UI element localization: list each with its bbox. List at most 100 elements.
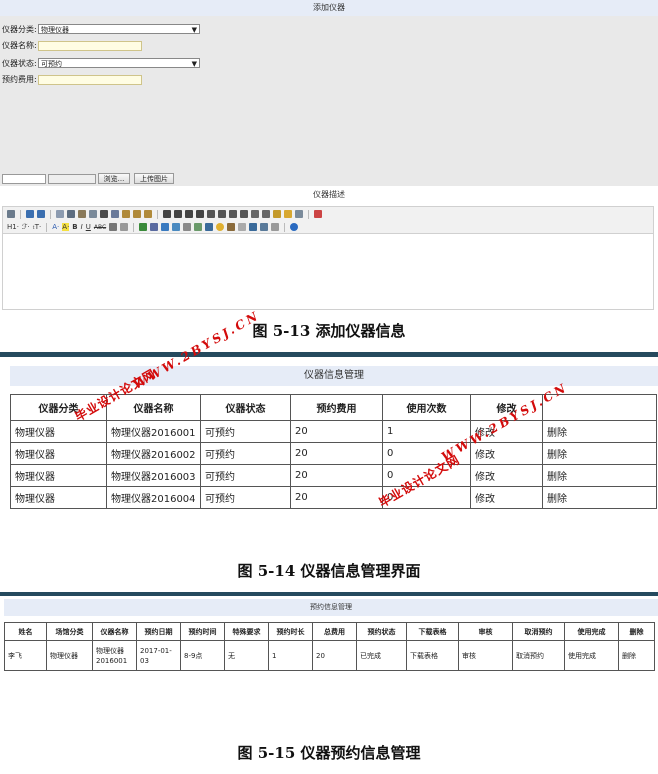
cursor-icon[interactable] (295, 210, 303, 218)
emoticon-icon[interactable] (216, 223, 225, 231)
category-select[interactable]: 物理仪器 ▼ (38, 24, 200, 34)
column-header: 特殊要求 (224, 622, 269, 641)
link-icon[interactable] (260, 223, 269, 231)
row-action-link[interactable]: 修改 (470, 464, 543, 487)
table-row: 物理仪器 物理仪器2016004 可预约 20 0 修改 删除 (10, 486, 657, 509)
align-right-icon[interactable] (185, 210, 193, 218)
row-action-link[interactable]: 使用完成 (564, 640, 619, 671)
row-action-link[interactable]: 修改 (470, 486, 543, 509)
category-label: 仪器分类: (2, 25, 37, 34)
cut-icon[interactable] (100, 210, 108, 218)
font-size-select[interactable]: ₜT· (33, 223, 42, 231)
chevron-down-icon: ▼ (191, 26, 197, 34)
column-header: 仪器状态 (200, 394, 291, 421)
table-cell: 物理仪器 (10, 442, 107, 465)
file-icon[interactable] (183, 223, 192, 231)
browse-button[interactable]: 浏览... (98, 173, 130, 184)
hr-icon[interactable] (205, 223, 214, 231)
bold-button[interactable]: B (72, 223, 77, 231)
select-all-icon[interactable] (284, 210, 292, 218)
heading-select[interactable]: H1· (7, 223, 19, 231)
row-action-link[interactable]: 取消预约 (512, 640, 565, 671)
paste-text-icon[interactable] (133, 210, 141, 218)
table-cell: 物理仪器 (46, 640, 93, 671)
paste-icon[interactable] (122, 210, 130, 218)
editor-toolbar: H1· ℱ· ₜT· A· A· B I U ABC (2, 206, 654, 234)
media-icon[interactable] (172, 223, 181, 231)
redo-icon[interactable] (37, 210, 45, 218)
align-left-icon[interactable] (163, 210, 171, 218)
fee-row: 预约费用: (2, 74, 212, 86)
status-select[interactable]: 可预约 ▼ (38, 58, 200, 68)
file-path-field[interactable] (48, 174, 96, 184)
row-action-link[interactable]: 删除 (542, 442, 657, 465)
image-icon[interactable] (139, 223, 148, 231)
paste-word-icon[interactable] (144, 210, 152, 218)
row-action-link[interactable]: 删除 (542, 420, 657, 443)
column-header: 使用次数 (382, 394, 471, 421)
unordered-list-icon[interactable] (218, 210, 226, 218)
map-icon[interactable] (227, 223, 236, 231)
anchor-icon[interactable] (249, 223, 258, 231)
highlight-button[interactable]: A· (62, 223, 70, 231)
row-action-link[interactable]: 删除 (618, 640, 655, 671)
preview-icon[interactable] (56, 210, 64, 218)
reservation-management-header: 预约信息管理 (4, 599, 658, 616)
table-cell: 物理仪器 (10, 464, 107, 487)
column-header: 预约日期 (136, 622, 181, 641)
fee-input[interactable] (38, 75, 142, 85)
file-name-field[interactable] (2, 174, 46, 184)
name-row: 仪器名称: (2, 40, 212, 52)
table-cell: 物理仪器2016001 (92, 640, 137, 671)
underline-button[interactable]: U (86, 223, 91, 231)
align-justify-icon[interactable] (196, 210, 204, 218)
figure-14-caption: 图 5-14 仪器信息管理界面 (237, 562, 421, 580)
name-input[interactable] (38, 41, 142, 51)
table-cell: 已完成 (356, 640, 407, 671)
table-row: 物理仪器 物理仪器2016002 可预约 20 0 修改 删除 (10, 442, 657, 465)
table-cell: 物理仪器2016002 (106, 442, 201, 465)
remove-format-icon[interactable] (120, 223, 129, 231)
pagebreak-icon[interactable] (238, 223, 247, 231)
source-icon[interactable] (7, 210, 15, 218)
unlink-icon[interactable] (271, 223, 280, 231)
font-family-select[interactable]: ℱ· (22, 223, 30, 231)
row-action-link[interactable]: 删除 (542, 486, 657, 509)
align-center-icon[interactable] (174, 210, 182, 218)
toolbar-separator (46, 222, 48, 232)
line-height-icon[interactable] (109, 223, 118, 231)
row-action-link[interactable]: 删除 (542, 464, 657, 487)
column-header: 预约时长 (268, 622, 313, 641)
outdent-icon[interactable] (240, 210, 248, 218)
template-icon[interactable] (78, 210, 86, 218)
code-icon[interactable] (89, 210, 97, 218)
row-action-link[interactable]: 审核 (458, 640, 513, 671)
row-action-link[interactable]: 修改 (470, 442, 543, 465)
table-cell: 可预约 (200, 486, 291, 509)
column-header: 仪器名称 (92, 622, 137, 641)
print-icon[interactable] (67, 210, 75, 218)
description-editor[interactable] (2, 234, 654, 310)
column-header: 取消预约 (512, 622, 565, 641)
column-header: 删除 (618, 622, 655, 641)
help-icon[interactable] (290, 223, 299, 231)
flash-icon[interactable] (161, 223, 170, 231)
row-action-link[interactable]: 下载表格 (406, 640, 459, 671)
indent-icon[interactable] (229, 210, 237, 218)
fee-label: 预约费用: (2, 75, 37, 84)
table-cell: 20 (290, 420, 383, 443)
strike-button[interactable]: ABC (94, 224, 106, 231)
subscript-icon[interactable] (251, 210, 259, 218)
ordered-list-icon[interactable] (207, 210, 215, 218)
undo-icon[interactable] (26, 210, 34, 218)
upload-image-button[interactable]: 上传图片 (134, 173, 174, 184)
copy-icon[interactable] (111, 210, 119, 218)
italic-button[interactable]: I (81, 223, 83, 231)
font-color-button[interactable]: A· (52, 223, 59, 231)
table-icon[interactable] (194, 223, 203, 231)
multi-image-icon[interactable] (150, 223, 159, 231)
fullscreen-icon[interactable] (314, 210, 322, 218)
column-header: 使用完成 (564, 622, 619, 641)
clear-format-icon[interactable] (273, 210, 281, 218)
superscript-icon[interactable] (262, 210, 270, 218)
